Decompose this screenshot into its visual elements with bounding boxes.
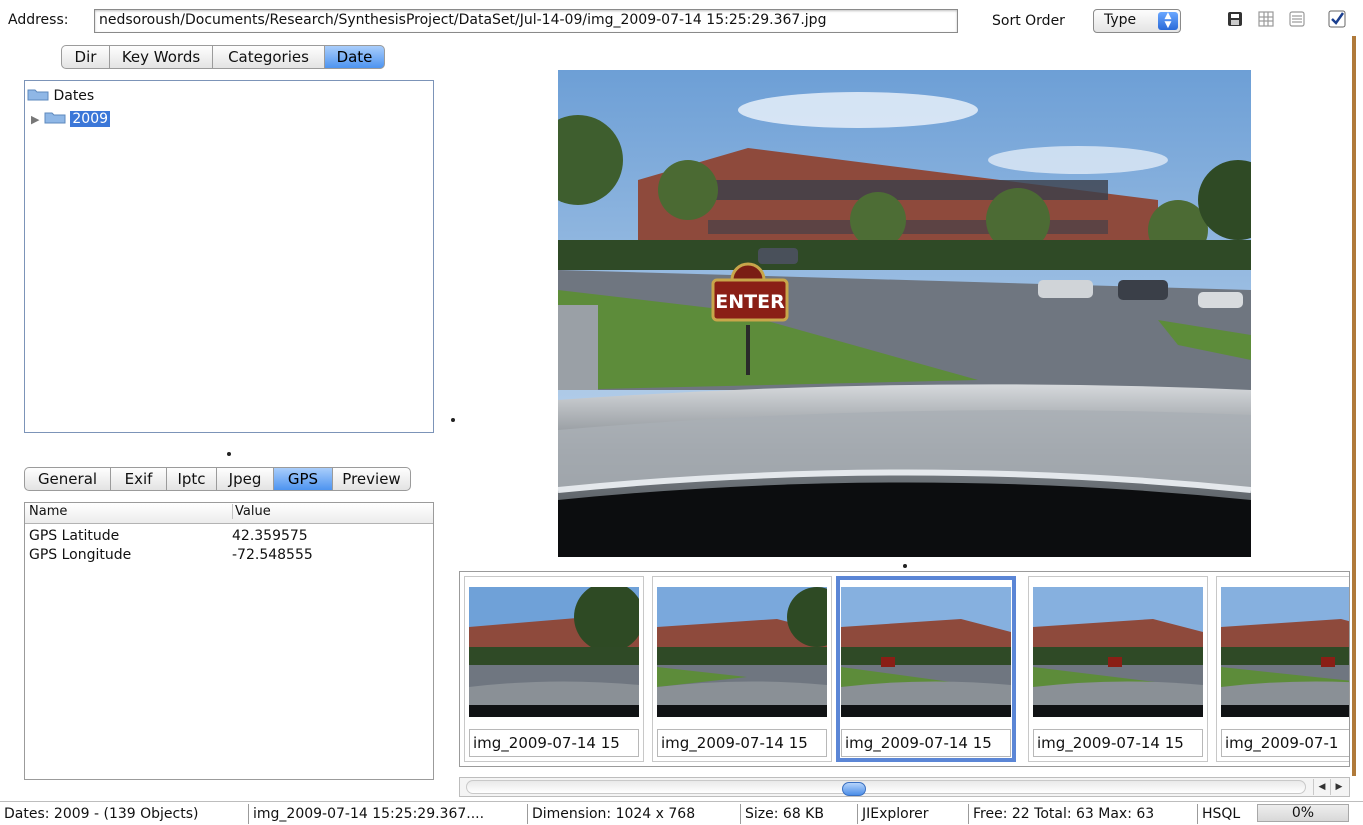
tab-general[interactable]: General: [24, 467, 110, 491]
tab-categories[interactable]: Categories: [212, 45, 324, 69]
address-field[interactable]: nedsoroush/Documents/Research/SynthesisP…: [94, 9, 958, 33]
tree-item-2009[interactable]: ▶ 2009: [31, 110, 111, 128]
thumbnail-image: [1221, 587, 1349, 717]
column-header-value[interactable]: Value: [232, 504, 271, 519]
tab-preview[interactable]: Preview: [332, 467, 411, 491]
table-row[interactable]: GPS Latitude 42.359575: [25, 527, 433, 546]
nav-tabbar: Dir Key Words Categories Date: [61, 45, 385, 69]
address-label: Address:: [8, 12, 69, 28]
property-value: -72.548555: [232, 547, 313, 563]
image-preview: ENTER: [558, 70, 1251, 557]
tab-dir[interactable]: Dir: [61, 45, 109, 69]
sort-order-select[interactable]: Type ▲ ▼: [1093, 9, 1181, 33]
sort-order-value: Type: [1104, 12, 1137, 28]
thumbnail-item[interactable]: img_2009-07-14 15: [652, 576, 832, 762]
status-file: img_2009-07-14 15:25:29.367....: [248, 804, 526, 824]
status-size: Size: 68 KB: [740, 804, 856, 824]
checkbox-checked-icon[interactable]: [1328, 10, 1346, 28]
folder-icon: [44, 110, 66, 128]
thumbnail-image: [841, 587, 1011, 717]
tree-item-dates[interactable]: Dates: [27, 87, 94, 105]
table-row[interactable]: GPS Longitude -72.548555: [25, 546, 433, 565]
status-dates: Dates: 2009 - (139 Objects): [4, 806, 199, 822]
splitter-handle[interactable]: [227, 452, 231, 456]
tree-item-label: 2009: [70, 111, 111, 127]
property-value: 42.359575: [232, 528, 308, 544]
thumbnail-scrollbar[interactable]: ◀ ▶: [459, 777, 1350, 797]
date-tree[interactable]: Dates ▶ 2009: [24, 80, 434, 433]
folder-icon: [27, 87, 49, 105]
thumbnail-label: img_2009-07-14 15: [841, 729, 1011, 757]
grid-view-icon[interactable]: [1257, 10, 1275, 28]
properties-table: Name Value GPS Latitude 42.359575 GPS Lo…: [24, 502, 434, 780]
tab-key-words[interactable]: Key Words: [109, 45, 212, 69]
window-edge: [1352, 36, 1356, 776]
property-name: GPS Longitude: [29, 547, 132, 563]
status-bar: Dates: 2009 - (139 Objects) img_2009-07-…: [0, 801, 1363, 825]
tree-item-label: Dates: [53, 88, 95, 104]
status-memory: Free: 22 Total: 63 Max: 63: [968, 804, 1196, 824]
property-tabbar: General Exif Iptc Jpeg GPS Preview: [24, 467, 411, 491]
thumbnail-image: [1033, 587, 1203, 717]
splitter-handle[interactable]: [903, 564, 907, 568]
tab-date[interactable]: Date: [324, 45, 385, 69]
status-app: JIExplorer: [857, 804, 967, 824]
sort-order-label: Sort Order: [992, 13, 1065, 29]
table-header: Name Value: [25, 503, 433, 524]
thumbnail-label: img_2009-07-14 15: [1033, 729, 1203, 757]
scrollbar-track[interactable]: [466, 780, 1306, 796]
tab-jpeg[interactable]: Jpeg: [216, 467, 273, 491]
thumbnail-item-selected[interactable]: img_2009-07-14 15: [836, 576, 1016, 762]
column-header-name[interactable]: Name: [29, 504, 67, 519]
status-db: HSQL: [1197, 804, 1255, 824]
list-view-icon[interactable]: [1288, 10, 1306, 28]
progress-bar: 0%: [1257, 804, 1349, 822]
thumbnail-label: img_2009-07-1: [1221, 729, 1349, 757]
scrollbar-thumb[interactable]: [842, 782, 866, 796]
save-icon[interactable]: [1226, 10, 1244, 28]
thumbnail-item[interactable]: img_2009-07-1: [1216, 576, 1349, 762]
scroll-left-icon[interactable]: ◀: [1313, 779, 1330, 795]
disclosure-triangle-icon[interactable]: ▶: [31, 113, 39, 126]
thumbnail-item[interactable]: img_2009-07-14 15: [464, 576, 644, 762]
scroll-right-icon[interactable]: ▶: [1330, 779, 1347, 795]
tab-exif[interactable]: Exif: [110, 467, 166, 491]
thumbnail-label: img_2009-07-14 15: [657, 729, 827, 757]
splitter-handle[interactable]: [451, 418, 455, 422]
thumbnail-image: [657, 587, 827, 717]
tab-iptc[interactable]: Iptc: [166, 467, 216, 491]
sign-text: ENTER: [715, 291, 785, 313]
thumbnail-image: [469, 587, 639, 717]
select-arrows-icon: ▲ ▼: [1158, 12, 1178, 30]
thumbnail-strip[interactable]: img_2009-07-14 15 img_2009-07-14 15 img_…: [459, 571, 1350, 767]
status-dimension: Dimension: 1024 x 768: [527, 804, 739, 824]
thumbnail-item[interactable]: img_2009-07-14 15: [1028, 576, 1208, 762]
property-name: GPS Latitude: [29, 528, 120, 544]
tab-gps[interactable]: GPS: [273, 467, 332, 491]
thumbnail-label: img_2009-07-14 15: [469, 729, 639, 757]
